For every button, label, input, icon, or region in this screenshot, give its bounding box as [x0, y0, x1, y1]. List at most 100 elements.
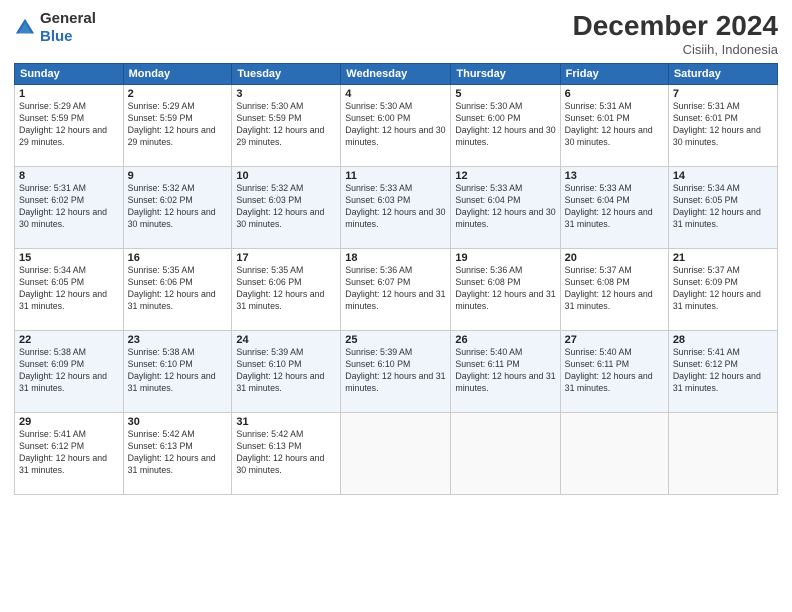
day-number: 25 [345, 334, 446, 346]
day-number: 29 [19, 416, 119, 428]
day-info: Sunrise: 5:31 AMSunset: 6:02 PMDaylight:… [19, 183, 107, 229]
day-cell: 8Sunrise: 5:31 AMSunset: 6:02 PMDaylight… [15, 167, 124, 249]
weekday-header-friday: Friday [560, 64, 668, 85]
location: Cisiih, Indonesia [573, 42, 778, 57]
week-row-3: 15Sunrise: 5:34 AMSunset: 6:05 PMDayligh… [15, 249, 778, 331]
day-number: 11 [345, 170, 446, 182]
weekday-header-monday: Monday [123, 64, 232, 85]
day-number: 7 [673, 88, 773, 100]
day-cell: 1Sunrise: 5:29 AMSunset: 5:59 PMDaylight… [15, 85, 124, 167]
day-cell: 12Sunrise: 5:33 AMSunset: 6:04 PMDayligh… [451, 167, 560, 249]
day-number: 23 [128, 334, 228, 346]
day-cell: 10Sunrise: 5:32 AMSunset: 6:03 PMDayligh… [232, 167, 341, 249]
title-block: December 2024 Cisiih, Indonesia [573, 10, 778, 57]
day-number: 6 [565, 88, 664, 100]
day-info: Sunrise: 5:42 AMSunset: 6:13 PMDaylight:… [236, 429, 324, 475]
day-number: 3 [236, 88, 336, 100]
weekday-header-saturday: Saturday [668, 64, 777, 85]
day-info: Sunrise: 5:40 AMSunset: 6:11 PMDaylight:… [565, 347, 653, 393]
weekday-header-thursday: Thursday [451, 64, 560, 85]
day-number: 9 [128, 170, 228, 182]
day-number: 31 [236, 416, 336, 428]
logo-icon [14, 17, 36, 39]
day-cell: 9Sunrise: 5:32 AMSunset: 6:02 PMDaylight… [123, 167, 232, 249]
day-info: Sunrise: 5:42 AMSunset: 6:13 PMDaylight:… [128, 429, 216, 475]
weekday-header-sunday: Sunday [15, 64, 124, 85]
day-number: 19 [455, 252, 555, 264]
day-cell: 15Sunrise: 5:34 AMSunset: 6:05 PMDayligh… [15, 249, 124, 331]
day-number: 30 [128, 416, 228, 428]
day-info: Sunrise: 5:35 AMSunset: 6:06 PMDaylight:… [128, 265, 216, 311]
day-cell: 27Sunrise: 5:40 AMSunset: 6:11 PMDayligh… [560, 331, 668, 413]
day-number: 26 [455, 334, 555, 346]
day-number: 1 [19, 88, 119, 100]
weekday-header-tuesday: Tuesday [232, 64, 341, 85]
weekday-header-wednesday: Wednesday [341, 64, 451, 85]
day-cell [668, 413, 777, 495]
week-row-5: 29Sunrise: 5:41 AMSunset: 6:12 PMDayligh… [15, 413, 778, 495]
day-number: 24 [236, 334, 336, 346]
day-info: Sunrise: 5:33 AMSunset: 6:03 PMDaylight:… [345, 183, 445, 229]
day-cell: 17Sunrise: 5:35 AMSunset: 6:06 PMDayligh… [232, 249, 341, 331]
day-number: 2 [128, 88, 228, 100]
day-number: 18 [345, 252, 446, 264]
day-info: Sunrise: 5:31 AMSunset: 6:01 PMDaylight:… [673, 101, 761, 147]
day-info: Sunrise: 5:34 AMSunset: 6:05 PMDaylight:… [673, 183, 761, 229]
day-info: Sunrise: 5:34 AMSunset: 6:05 PMDaylight:… [19, 265, 107, 311]
day-cell: 21Sunrise: 5:37 AMSunset: 6:09 PMDayligh… [668, 249, 777, 331]
day-cell: 6Sunrise: 5:31 AMSunset: 6:01 PMDaylight… [560, 85, 668, 167]
day-number: 10 [236, 170, 336, 182]
day-cell: 30Sunrise: 5:42 AMSunset: 6:13 PMDayligh… [123, 413, 232, 495]
week-row-2: 8Sunrise: 5:31 AMSunset: 6:02 PMDaylight… [15, 167, 778, 249]
day-cell: 2Sunrise: 5:29 AMSunset: 5:59 PMDaylight… [123, 85, 232, 167]
day-number: 16 [128, 252, 228, 264]
day-cell: 23Sunrise: 5:38 AMSunset: 6:10 PMDayligh… [123, 331, 232, 413]
day-number: 20 [565, 252, 664, 264]
day-number: 12 [455, 170, 555, 182]
day-info: Sunrise: 5:31 AMSunset: 6:01 PMDaylight:… [565, 101, 653, 147]
day-cell: 4Sunrise: 5:30 AMSunset: 6:00 PMDaylight… [341, 85, 451, 167]
logo-general: General [40, 10, 96, 27]
day-info: Sunrise: 5:32 AMSunset: 6:02 PMDaylight:… [128, 183, 216, 229]
day-cell: 13Sunrise: 5:33 AMSunset: 6:04 PMDayligh… [560, 167, 668, 249]
day-number: 22 [19, 334, 119, 346]
day-number: 5 [455, 88, 555, 100]
day-number: 8 [19, 170, 119, 182]
day-info: Sunrise: 5:37 AMSunset: 6:08 PMDaylight:… [565, 265, 653, 311]
day-cell: 18Sunrise: 5:36 AMSunset: 6:07 PMDayligh… [341, 249, 451, 331]
day-cell: 19Sunrise: 5:36 AMSunset: 6:08 PMDayligh… [451, 249, 560, 331]
day-info: Sunrise: 5:41 AMSunset: 6:12 PMDaylight:… [673, 347, 761, 393]
day-number: 14 [673, 170, 773, 182]
day-cell: 24Sunrise: 5:39 AMSunset: 6:10 PMDayligh… [232, 331, 341, 413]
day-number: 17 [236, 252, 336, 264]
day-info: Sunrise: 5:29 AMSunset: 5:59 PMDaylight:… [19, 101, 107, 147]
day-cell: 3Sunrise: 5:30 AMSunset: 5:59 PMDaylight… [232, 85, 341, 167]
day-number: 4 [345, 88, 446, 100]
day-number: 13 [565, 170, 664, 182]
day-cell: 31Sunrise: 5:42 AMSunset: 6:13 PMDayligh… [232, 413, 341, 495]
calendar-container: General Blue December 2024 Cisiih, Indon… [0, 0, 792, 612]
day-info: Sunrise: 5:38 AMSunset: 6:09 PMDaylight:… [19, 347, 107, 393]
day-info: Sunrise: 5:37 AMSunset: 6:09 PMDaylight:… [673, 265, 761, 311]
day-cell: 22Sunrise: 5:38 AMSunset: 6:09 PMDayligh… [15, 331, 124, 413]
day-cell [560, 413, 668, 495]
day-info: Sunrise: 5:39 AMSunset: 6:10 PMDaylight:… [345, 347, 445, 393]
day-info: Sunrise: 5:35 AMSunset: 6:06 PMDaylight:… [236, 265, 324, 311]
day-cell: 26Sunrise: 5:40 AMSunset: 6:11 PMDayligh… [451, 331, 560, 413]
day-info: Sunrise: 5:39 AMSunset: 6:10 PMDaylight:… [236, 347, 324, 393]
day-info: Sunrise: 5:32 AMSunset: 6:03 PMDaylight:… [236, 183, 324, 229]
day-cell: 29Sunrise: 5:41 AMSunset: 6:12 PMDayligh… [15, 413, 124, 495]
day-number: 28 [673, 334, 773, 346]
week-row-4: 22Sunrise: 5:38 AMSunset: 6:09 PMDayligh… [15, 331, 778, 413]
day-info: Sunrise: 5:30 AMSunset: 6:00 PMDaylight:… [345, 101, 445, 147]
day-cell: 14Sunrise: 5:34 AMSunset: 6:05 PMDayligh… [668, 167, 777, 249]
calendar-table: SundayMondayTuesdayWednesdayThursdayFrid… [14, 63, 778, 495]
day-cell: 28Sunrise: 5:41 AMSunset: 6:12 PMDayligh… [668, 331, 777, 413]
day-cell [451, 413, 560, 495]
day-cell: 25Sunrise: 5:39 AMSunset: 6:10 PMDayligh… [341, 331, 451, 413]
month-title: December 2024 [573, 10, 778, 42]
day-cell: 5Sunrise: 5:30 AMSunset: 6:00 PMDaylight… [451, 85, 560, 167]
day-number: 15 [19, 252, 119, 264]
day-info: Sunrise: 5:29 AMSunset: 5:59 PMDaylight:… [128, 101, 216, 147]
week-row-1: 1Sunrise: 5:29 AMSunset: 5:59 PMDaylight… [15, 85, 778, 167]
